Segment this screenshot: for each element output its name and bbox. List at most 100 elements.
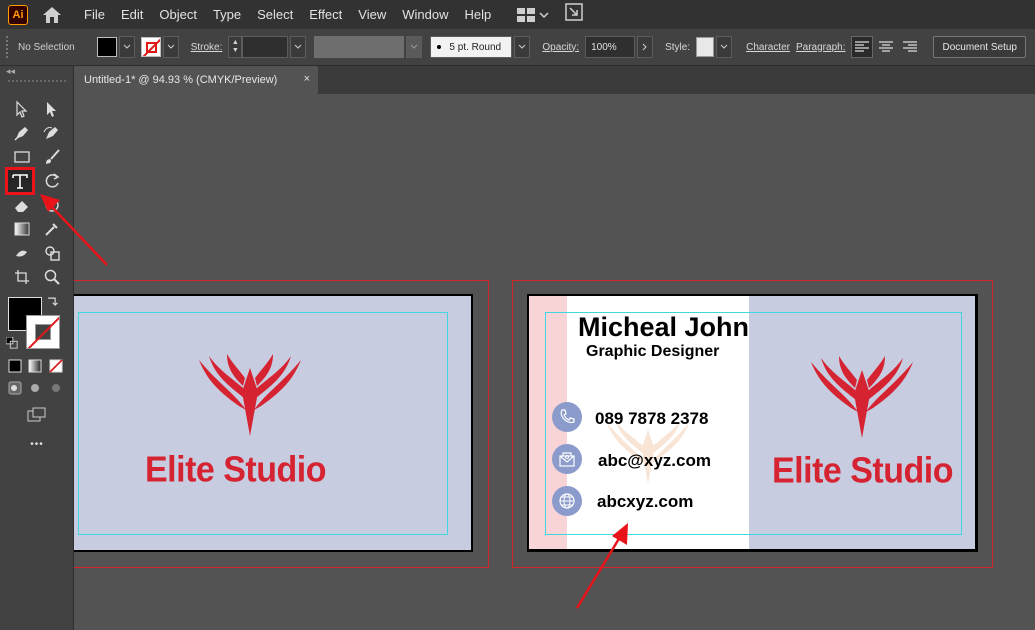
opacity-field[interactable]: 100%	[585, 36, 636, 58]
color-swatch-icon	[8, 359, 22, 373]
front-brand-name: Elite Studio	[772, 451, 954, 491]
draw-behind-button[interactable]	[26, 380, 44, 396]
none-mode-button[interactable]	[47, 358, 65, 374]
menu-window[interactable]: Window	[394, 0, 456, 29]
rotate-icon	[45, 173, 60, 188]
stroke-dropdown[interactable]	[162, 36, 179, 58]
draw-inside-button[interactable]	[47, 380, 65, 396]
brush-value: 5 pt. Round	[449, 41, 502, 53]
selection-tool[interactable]	[10, 98, 34, 120]
brush-definition[interactable]: 5 pt. Round	[430, 36, 513, 58]
stroke-label[interactable]: Stroke:	[191, 42, 223, 53]
stroke-swatch[interactable]	[140, 37, 161, 57]
fill-dropdown[interactable]	[118, 36, 135, 58]
brush-dot-icon	[437, 45, 442, 49]
stroke-weight-dropdown[interactable]	[290, 36, 307, 58]
type-tool[interactable]	[5, 167, 35, 195]
arrange-documents-icon[interactable]	[517, 7, 549, 22]
globe-icon	[552, 486, 582, 516]
opacity-label[interactable]: Opacity:	[542, 42, 579, 53]
edit-toolbar-button[interactable]: •••	[25, 436, 49, 452]
screen-mode-button[interactable]	[25, 406, 49, 424]
fill-swatch[interactable]	[96, 37, 117, 57]
eyedropper-icon	[45, 223, 58, 236]
menu-file[interactable]: File	[76, 0, 113, 29]
direct-selection-tool[interactable]	[40, 98, 64, 120]
pen-tool[interactable]	[10, 122, 34, 144]
eraser-tool[interactable]	[10, 194, 34, 216]
draw-normal-button[interactable]	[6, 380, 24, 396]
style-dropdown[interactable]	[716, 36, 733, 58]
document-tab-bar: Untitled-1* @ 94.93 % (CMYK/Preview) ×	[74, 66, 1035, 94]
puppet-warp-icon	[45, 198, 59, 212]
type-t-icon	[12, 174, 28, 189]
stroke-color-box[interactable]	[26, 315, 60, 349]
draw-inside-icon	[52, 384, 60, 392]
align-center-icon	[879, 41, 894, 52]
paragraph-link[interactable]: Paragraph:	[796, 42, 845, 53]
symbol-sprayer-tool[interactable]	[10, 242, 34, 264]
color-mode-button[interactable]	[6, 358, 24, 374]
variable-width-profile[interactable]	[314, 36, 405, 58]
tools-grip[interactable]	[8, 80, 66, 82]
menu-help[interactable]: Help	[456, 0, 499, 29]
draw-normal-icon	[8, 381, 22, 395]
character-link[interactable]: Character	[746, 42, 790, 53]
home-icon[interactable]	[40, 3, 64, 27]
menu-effect[interactable]: Effect	[301, 0, 350, 29]
brush-dropdown[interactable]	[514, 36, 531, 58]
menu-view[interactable]: View	[350, 0, 394, 29]
rectangle-icon	[14, 151, 30, 163]
document-setup-button[interactable]: Document Setup	[933, 36, 1026, 58]
front-card-artboard[interactable]: Micheal John Graphic Designer 089 7878 2…	[527, 294, 978, 552]
curvature-tool[interactable]	[40, 122, 64, 144]
gradient-mode-button[interactable]	[26, 358, 44, 374]
main-menu: File Edit Object Type Select Effect View…	[76, 0, 499, 29]
stroke-weight-stepper[interactable]: ▲ ▼	[228, 36, 243, 58]
close-tab-icon[interactable]: ×	[304, 73, 310, 85]
swap-fill-stroke-icon[interactable]	[44, 294, 60, 310]
menu-edit[interactable]: Edit	[113, 0, 151, 29]
opacity-dropdown[interactable]	[637, 36, 654, 58]
align-right-button[interactable]	[899, 36, 921, 58]
eraser-icon	[15, 201, 28, 212]
wings-logo-icon	[811, 356, 913, 438]
gradient-tool[interactable]	[10, 218, 34, 240]
collapse-panel-icon[interactable]: ◂◂	[6, 66, 15, 77]
person-role: Graphic Designer	[586, 343, 720, 360]
canvas[interactable]: Elite Studio Micheal John Graphic Design…	[74, 94, 1035, 630]
shape-builder-tool[interactable]	[40, 242, 64, 264]
selection-status: No Selection	[18, 41, 75, 53]
document-tab[interactable]: Untitled-1* @ 94.93 % (CMYK/Preview) ×	[74, 66, 318, 94]
paintbrush-tool[interactable]	[40, 146, 64, 168]
panel-grip[interactable]	[6, 36, 12, 58]
graphic-style-swatch[interactable]	[696, 37, 715, 57]
artboard-tool[interactable]	[10, 266, 34, 288]
eyedropper-tool[interactable]	[40, 218, 64, 240]
curvature-pen-icon	[43, 127, 58, 139]
align-right-icon	[903, 41, 918, 52]
website-url: abcxyz.com	[597, 492, 694, 511]
rectangle-tool[interactable]	[10, 146, 34, 168]
puppet-warp-tool[interactable]	[40, 194, 64, 216]
email-icon	[552, 444, 582, 474]
align-left-button[interactable]	[851, 36, 874, 58]
none-swatch-icon	[49, 359, 63, 373]
shape-builder-icon	[45, 246, 60, 261]
gpu-performance-icon[interactable]	[565, 3, 583, 26]
gradient-swatch-icon	[28, 359, 42, 373]
stroke-weight-field[interactable]	[242, 36, 289, 58]
align-center-button[interactable]	[875, 36, 897, 58]
paintbrush-icon	[46, 149, 60, 164]
tools-panel: ◂◂ •••	[0, 66, 74, 630]
default-fill-stroke-icon[interactable]	[5, 336, 19, 350]
menu-type[interactable]: Type	[205, 0, 249, 29]
profile-dropdown[interactable]	[406, 36, 423, 58]
back-card-artboard[interactable]: Elite Studio	[74, 294, 473, 552]
menu-object[interactable]: Object	[151, 0, 205, 29]
illustrator-logo: Ai	[8, 4, 28, 25]
zoom-tool[interactable]	[40, 266, 64, 288]
style-label: Style:	[665, 41, 691, 53]
menu-select[interactable]: Select	[249, 0, 301, 29]
rotate-tool[interactable]	[40, 170, 64, 192]
